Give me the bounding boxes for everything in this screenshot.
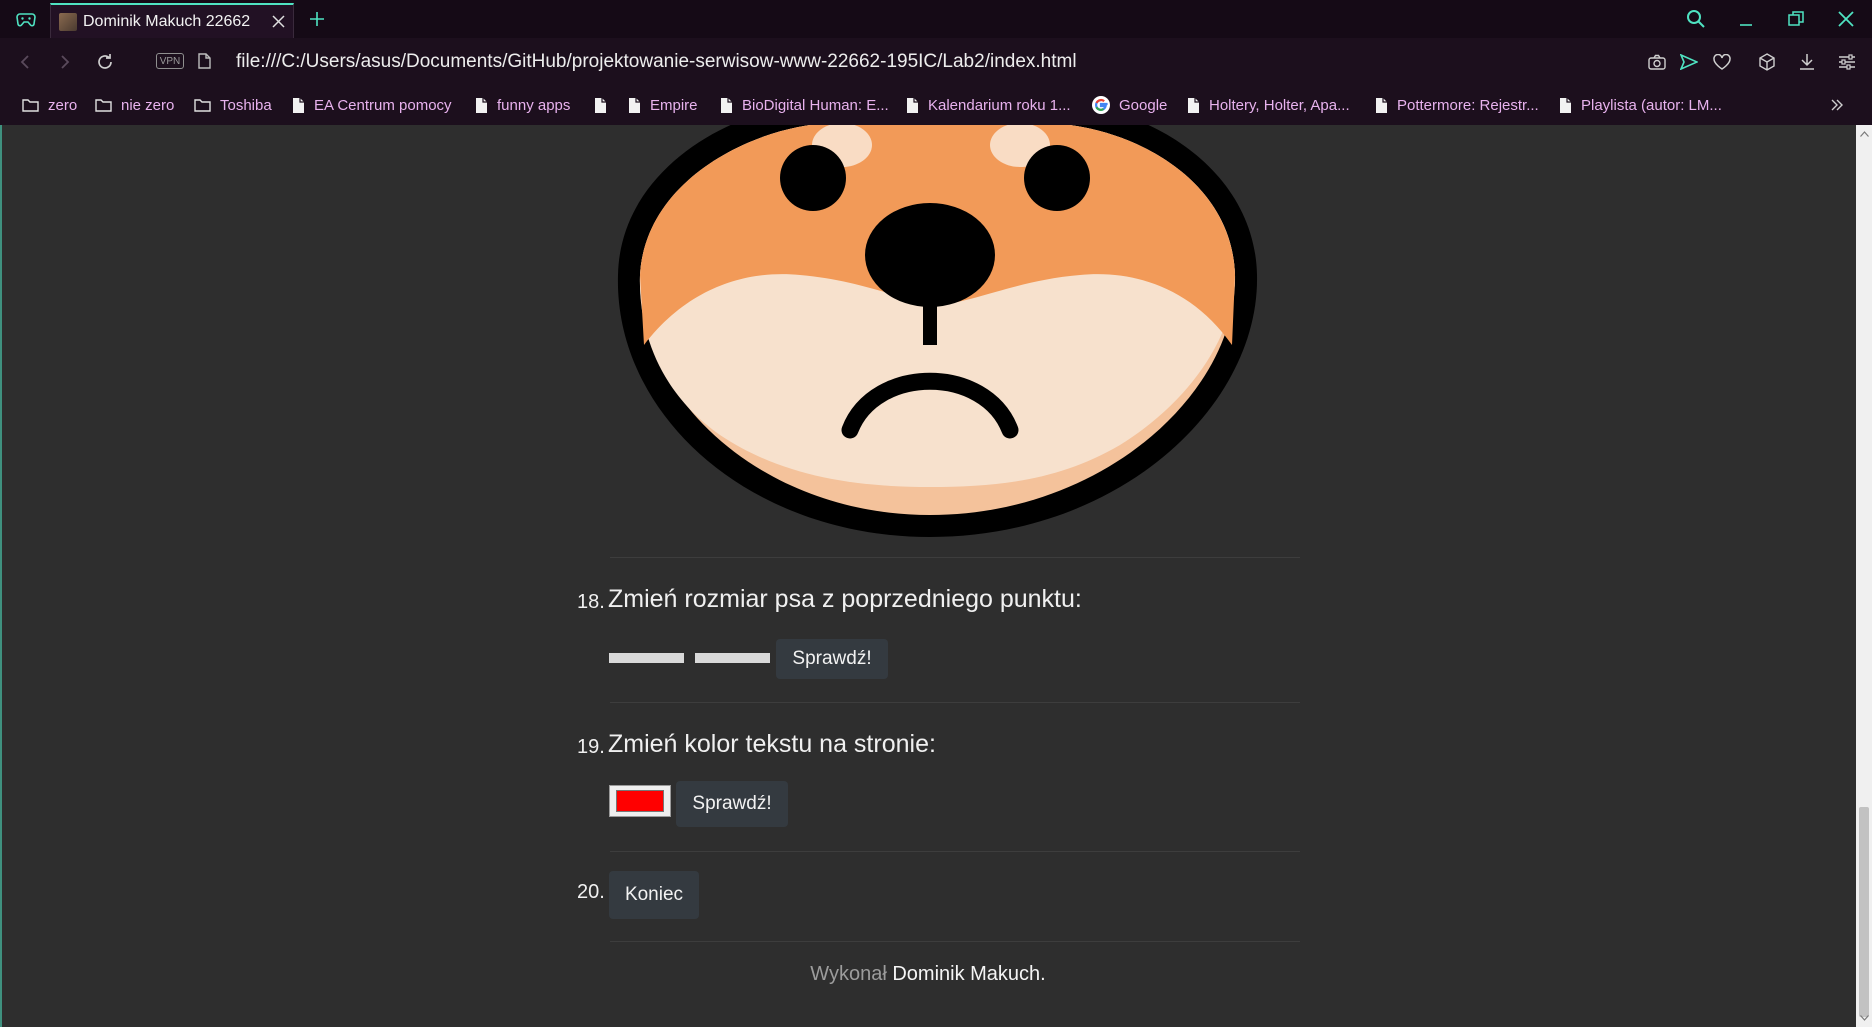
bookmark-label: nie zero [121, 96, 175, 114]
tab-title: Dominik Makuch 22662 [83, 12, 251, 30]
check-size-button[interactable]: Sprawdź! [776, 639, 888, 679]
page-icon [907, 97, 918, 113]
sad-dog-image [617, 125, 1258, 537]
bookmark-holtery[interactable]: Holtery, Holter, Apa... [1187, 94, 1350, 116]
question-19-number: 19. [577, 736, 605, 758]
bookmark-label: Pottermore: Rejestr... [1397, 96, 1539, 114]
footer: Wykonał Dominik Makuch. [0, 963, 1856, 986]
active-tab[interactable]: Dominik Makuch 22662 [50, 3, 294, 38]
back-icon[interactable] [10, 47, 40, 77]
bookmark-folder-toshiba[interactable]: Toshiba [194, 94, 272, 116]
bookmark-label: Kalendarium roku 1... [928, 96, 1071, 114]
vertical-scrollbar[interactable] [1856, 125, 1872, 1027]
scroll-up-icon[interactable] [1856, 127, 1872, 141]
page-icon [1376, 97, 1387, 113]
page-icon [1560, 97, 1571, 113]
bookmark-label: Empire [650, 96, 698, 114]
bookmark-label: EA Centrum pomocy [314, 96, 452, 114]
reload-icon[interactable] [90, 47, 120, 77]
page-icon [721, 97, 732, 113]
heart-icon[interactable] [1709, 49, 1735, 75]
more-bookmarks-icon[interactable] [1826, 94, 1848, 116]
end-button[interactable]: Koniec [609, 871, 699, 919]
divider [610, 702, 1300, 703]
folder-icon [22, 99, 39, 112]
page-content: 18. Zmień rozmiar psa z poprzedniego pun… [0, 125, 1856, 1027]
bookmark-pottermore[interactable]: Pottermore: Rejestr... [1375, 94, 1539, 116]
close-tab-icon[interactable] [263, 7, 293, 37]
page-icon [629, 97, 640, 113]
file-icon [198, 53, 211, 74]
bookmark-biodigital-human[interactable]: BioDigital Human: E... [720, 94, 889, 116]
google-icon [1092, 96, 1110, 114]
close-window-icon[interactable] [1826, 2, 1866, 36]
bookmark-untitled[interactable] [594, 94, 616, 116]
search-icon[interactable] [1676, 2, 1716, 36]
forward-icon[interactable] [50, 47, 80, 77]
divider [610, 941, 1300, 942]
author-name: Dominik Makuch [892, 963, 1041, 985]
cube-icon[interactable] [1754, 49, 1780, 75]
send-icon[interactable] [1676, 49, 1702, 75]
page-icon [293, 97, 304, 113]
bookmark-funny-apps[interactable]: funny apps [475, 94, 570, 116]
color-swatch [616, 790, 664, 812]
bookmark-folder-zero[interactable]: zero [22, 94, 77, 116]
question-18-number: 18. [577, 591, 605, 613]
tab-strip: Dominik Makuch 22662 [0, 0, 1872, 38]
bookmark-google[interactable]: Google [1092, 94, 1167, 116]
bookmark-label: BioDigital Human: E... [742, 96, 889, 114]
folder-icon [95, 99, 112, 112]
bookmark-ea-centrum-pomocy[interactable]: EA Centrum pomocy [292, 94, 452, 116]
bookmark-label: Google [1119, 96, 1168, 114]
bookmark-empire[interactable]: Empire [628, 94, 698, 116]
window-frame-edge [0, 125, 2, 1027]
bookmark-folder-nie-zero[interactable]: nie zero [95, 94, 174, 116]
scroll-down-icon[interactable] [1856, 1011, 1872, 1025]
folder-icon [194, 99, 211, 112]
divider [610, 851, 1300, 852]
camera-icon[interactable] [1644, 49, 1670, 75]
bookmark-label: Holtery, Holter, Apa... [1209, 96, 1350, 114]
height-slider[interactable] [695, 653, 770, 663]
page-icon [595, 97, 606, 113]
download-icon[interactable] [1794, 49, 1820, 75]
bookmark-label: zero [48, 96, 78, 114]
question-20-number: 20. [577, 881, 605, 903]
bookmark-label: Playlista (autor: LM... [1581, 96, 1722, 114]
text-color-picker[interactable] [609, 785, 671, 817]
vpn-badge[interactable]: VPN [156, 53, 184, 69]
settings-sliders-icon[interactable] [1834, 49, 1860, 75]
scrollbar-thumb[interactable] [1859, 807, 1869, 1017]
divider [610, 557, 1300, 558]
restore-icon[interactable] [1776, 2, 1816, 36]
browser-chrome: Dominik Makuch 22662 VPN file:///C:/User… [0, 0, 1872, 125]
page-icon [1188, 97, 1199, 113]
minimize-icon[interactable] [1726, 2, 1766, 36]
bookmark-kalendarium[interactable]: Kalendarium roku 1... [906, 94, 1071, 116]
bookmark-playlista[interactable]: Playlista (autor: LM... [1559, 94, 1722, 116]
footer-suffix: . [1040, 963, 1046, 985]
gamepad-icon[interactable] [6, 4, 46, 35]
url-field[interactable]: file:///C:/Users/asus/Documents/GitHub/p… [236, 51, 1077, 73]
bookmark-label: Toshiba [220, 96, 272, 114]
footer-prefix: Wykonał [810, 963, 887, 985]
bookmark-label: funny apps [497, 96, 571, 114]
check-color-button[interactable]: Sprawdź! [676, 781, 788, 827]
tab-favicon [59, 12, 77, 31]
width-slider[interactable] [609, 653, 684, 663]
question-18-text: Zmień rozmiar psa z poprzedniego punktu: [608, 585, 1082, 613]
new-tab-icon[interactable] [302, 4, 332, 34]
question-19-text: Zmień kolor tekstu na stronie: [608, 730, 936, 758]
page-icon [476, 97, 487, 113]
